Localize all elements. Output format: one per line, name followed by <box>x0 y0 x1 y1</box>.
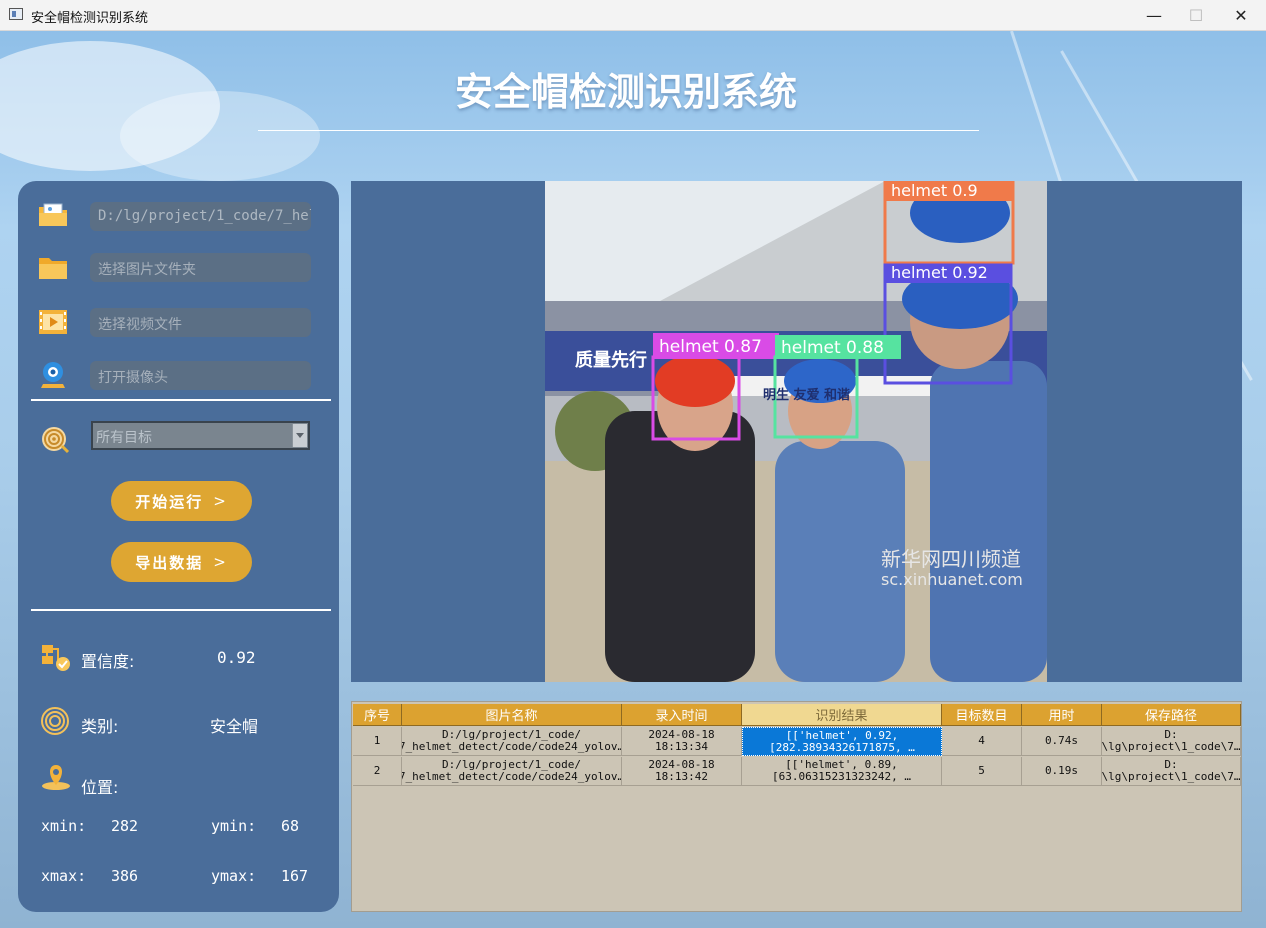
xmin-label: xmin: <box>41 817 87 835</box>
table-cell-save-path[interactable]: D: \lg\project\1_code\7… <box>1102 727 1241 756</box>
minimize-button[interactable]: — <box>1131 0 1177 30</box>
class-label: 类别: <box>81 717 119 736</box>
position-label: 位置: <box>81 778 119 797</box>
ymin-value: 68 <box>281 817 300 835</box>
column-header-time[interactable]: 录入时间 <box>622 704 742 726</box>
table-cell-index[interactable]: 1 <box>353 727 402 756</box>
confidence-value: 0.92 <box>217 648 256 667</box>
chevron-down-icon[interactable] <box>292 424 307 447</box>
column-header-result[interactable]: 识别结果 <box>742 704 942 726</box>
class-value: 安全帽 <box>210 717 259 736</box>
sign-text: 明生 友爱 和谐 <box>763 387 850 403</box>
folder-icon[interactable] <box>37 252 69 282</box>
detection-label: helmet 0.87 <box>659 337 762 357</box>
window-title: 安全帽检测识别系统 <box>31 11 149 26</box>
xmax-value: 386 <box>111 867 139 885</box>
window-titlebar: 安全帽检测识别系统 — ☐ ✕ <box>0 0 1266 31</box>
close-button[interactable]: ✕ <box>1218 0 1264 30</box>
xmax-label: xmax: <box>41 867 87 885</box>
export-button-label: 导出数据 <box>135 553 204 572</box>
column-header-index[interactable]: 序号 <box>353 704 402 726</box>
camera-icon[interactable] <box>37 360 69 390</box>
control-panel: D:/lg/project/1_code/7_helm 选择图片文件夹 选择视频… <box>18 181 339 912</box>
target-icon <box>40 424 72 454</box>
table-cell-duration[interactable]: 0.74s <box>1022 727 1102 756</box>
detection-scene: helmet 0.9 helmet 0.92 helmet 0.87 helme… <box>545 181 1047 682</box>
target-select[interactable]: 所有目标 <box>91 421 310 450</box>
class-icon <box>40 706 72 736</box>
video-path-field[interactable]: 选择视频文件 <box>90 308 311 337</box>
table-cell-save-path[interactable]: D: \lg\project\1_code\7… <box>1102 757 1241 786</box>
xmin-value: 282 <box>111 817 139 835</box>
detection-image: helmet 0.9 helmet 0.92 helmet 0.87 helme… <box>545 181 1047 682</box>
results-table: 序号 图片名称 录入时间 识别结果 目标数目 用时 保存路径 1 D:/lg/p… <box>351 701 1242 912</box>
watermark-url: sc.xinhuanet.com <box>881 570 1023 589</box>
page-title: 安全帽检测识别系统 <box>454 70 797 114</box>
watermark-text: 新华网四川频道 <box>881 547 1021 571</box>
table-cell-time[interactable]: 2024-08-18 18:13:34 <box>622 727 742 756</box>
confidence-icon <box>40 642 72 672</box>
table-cell-time[interactable]: 2024-08-18 18:13:42 <box>622 757 742 786</box>
folder-path-field[interactable]: 选择图片文件夹 <box>90 253 311 282</box>
chevron-right-icon: > <box>213 492 228 510</box>
ymax-label: ymax: <box>211 867 257 885</box>
export-button[interactable]: 导出数据 > <box>111 542 252 582</box>
table-cell-index[interactable]: 2 <box>353 757 402 786</box>
column-header-image-name[interactable]: 图片名称 <box>402 704 622 726</box>
column-header-save-path[interactable]: 保存路径 <box>1102 704 1241 726</box>
start-button-label: 开始运行 <box>135 492 204 511</box>
image-viewer: helmet 0.9 helmet 0.92 helmet 0.87 helme… <box>351 181 1242 682</box>
table-cell-count[interactable]: 4 <box>942 727 1022 756</box>
panel-divider <box>31 399 331 401</box>
video-file-icon[interactable] <box>37 307 69 337</box>
table-cell-result[interactable]: [['helmet', 0.92, [282.38934326171875, … <box>742 727 942 756</box>
sign-text: 质量先行 <box>575 349 647 371</box>
table-cell-image-name[interactable]: D:/lg/project/1_code/ 7_helmet_detect/co… <box>402 727 622 756</box>
ymin-label: ymin: <box>211 817 257 835</box>
app-icon <box>9 8 23 20</box>
chevron-right-icon: > <box>213 553 228 571</box>
title-divider <box>258 130 979 131</box>
column-header-count[interactable]: 目标数目 <box>942 704 1022 726</box>
image-file-icon[interactable] <box>37 199 69 229</box>
detection-label: helmet 0.88 <box>781 338 884 358</box>
confidence-label: 置信度: <box>81 652 135 671</box>
table-cell-duration[interactable]: 0.19s <box>1022 757 1102 786</box>
camera-field[interactable]: 打开摄像头 <box>90 361 311 390</box>
target-select-value: 所有目标 <box>96 430 152 446</box>
table-cell-count[interactable]: 5 <box>942 757 1022 786</box>
app-background: 安全帽检测识别系统 D:/lg/project/1_code/7_helm 选择… <box>0 31 1266 928</box>
panel-divider <box>31 609 331 611</box>
table-cell-image-name[interactable]: D:/lg/project/1_code/ 7_helmet_detect/co… <box>402 757 622 786</box>
location-icon <box>40 761 72 791</box>
detection-label: helmet 0.92 <box>891 263 988 282</box>
detection-label: helmet 0.9 <box>891 181 978 200</box>
table-cell-result[interactable]: [['helmet', 0.89, [63.06315231323242, … <box>742 757 942 786</box>
maximize-button[interactable]: ☐ <box>1173 0 1219 30</box>
start-button[interactable]: 开始运行 > <box>111 481 252 521</box>
column-header-duration[interactable]: 用时 <box>1022 704 1102 726</box>
ymax-value: 167 <box>281 867 309 885</box>
image-path-field[interactable]: D:/lg/project/1_code/7_helm <box>90 202 311 231</box>
